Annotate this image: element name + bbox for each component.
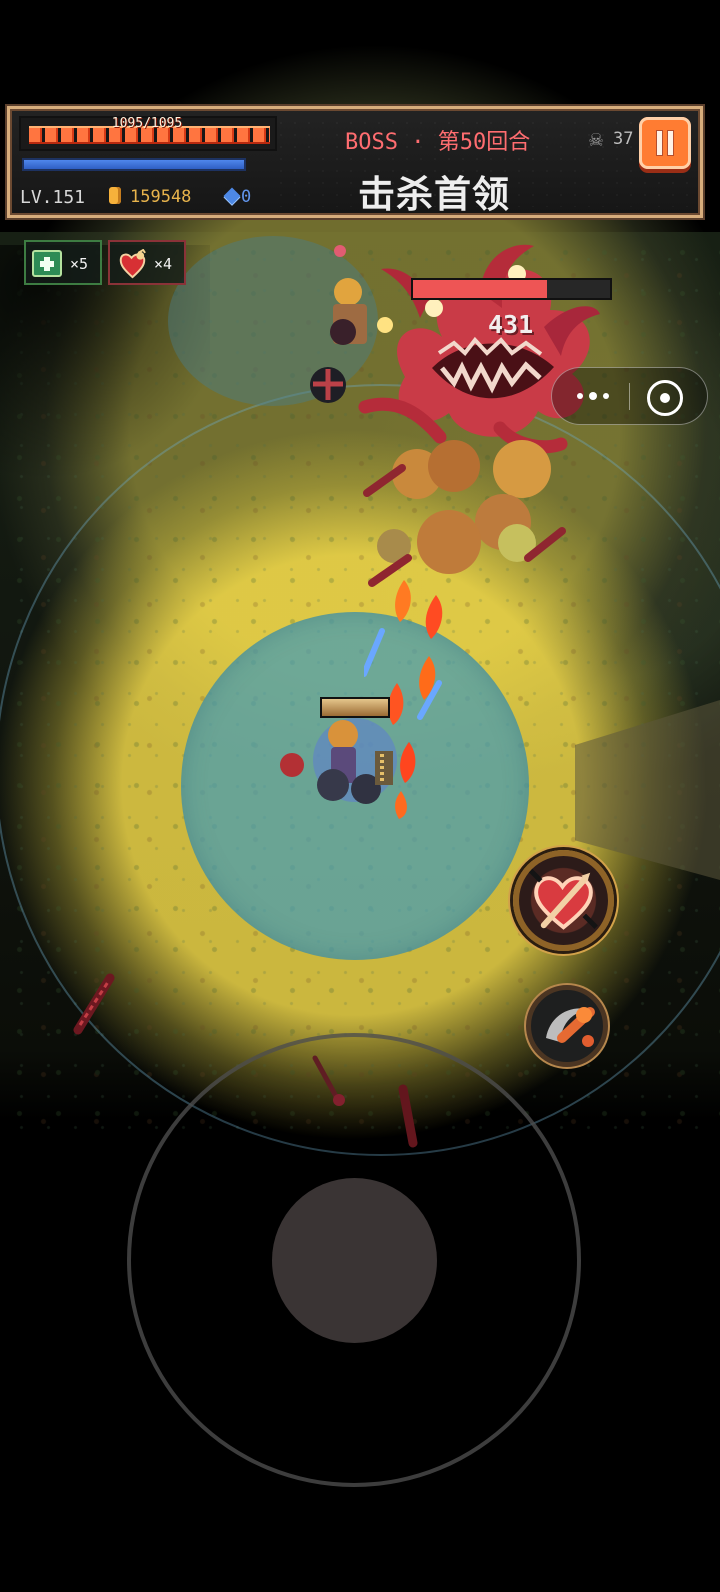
heart-skill-icon [527,867,598,930]
gold-value: 159548 [130,187,192,207]
mana-bar-fill [24,160,244,169]
health-text: 1095/1095 [111,116,183,131]
boss-health-bar [411,278,612,300]
diamond-value: 0 [241,187,252,207]
heart-skill-button[interactable] [513,850,614,951]
kill-count: 37 [613,129,634,149]
target-button[interactable] [647,380,683,416]
mana-bar [22,158,246,171]
diamond-icon [223,187,241,205]
capsule-divider [629,383,630,410]
joystick-knob[interactable] [272,1178,437,1343]
medical-kit-icon [32,250,62,277]
more-dot-icon [603,393,609,399]
pause-button[interactable] [639,117,691,169]
player-party[interactable] [270,705,440,815]
scythe-skill-icon [546,1007,595,1047]
medical-kit-quantity: ×5 [70,255,89,273]
more-button[interactable] [566,379,620,413]
more-dot-icon [589,392,597,400]
skull-icon: ☠ [588,130,605,151]
scythe-skill-button[interactable] [526,985,608,1067]
boss-round-text: BOSS · 第50回合 [345,130,531,155]
more-dot-icon [577,393,583,399]
coin-icon [109,187,121,204]
medical-kit-slot[interactable]: ×5 [24,240,102,285]
heart-potion-slot[interactable]: ×4 [108,240,186,285]
game-screen: 1095/1095 LV.151 159548 0 BOSS · 第50回合 击… [0,0,720,1592]
heart-potion-icon [119,249,146,279]
pause-icon [653,130,677,156]
objective-title: 击杀首领 [358,173,510,216]
miniapp-capsule [551,367,708,425]
boss-health-fill [413,280,547,298]
heart-potion-quantity: ×4 [154,255,173,273]
damage-number: 431 [488,310,534,339]
level-text: LV.151 [20,187,86,208]
top-hud: 1095/1095 LV.151 159548 0 BOSS · 第50回合 击… [7,106,703,218]
